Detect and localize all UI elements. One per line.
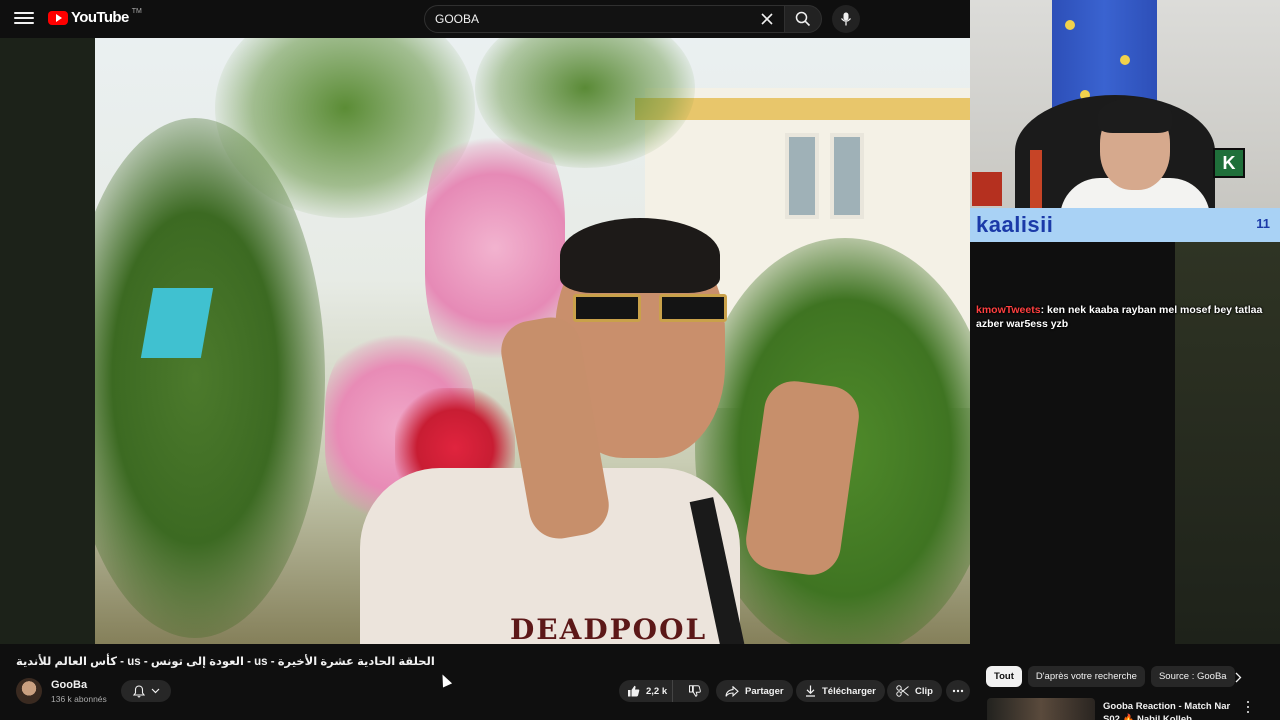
chip-all[interactable]: Tout [986,666,1022,687]
chevron-down-icon [151,688,159,694]
chat-message: kmowTweets: ken nek kaaba rayban mel mos… [976,303,1276,331]
channel-name[interactable]: GooBa [51,679,87,691]
teal-object [140,288,214,358]
voice-search-button[interactable] [832,5,860,33]
curtain-star [1065,20,1075,30]
thumbs-up-icon [628,685,640,697]
thumbs-down-icon [688,685,701,697]
clear-search-button[interactable] [754,6,780,32]
share-button[interactable]: Partager [716,680,793,702]
logo-trademark: TM [131,8,142,15]
recommendation-menu-button[interactable] [1242,700,1254,714]
sunglasses [573,294,753,322]
download-label: Télécharger [822,685,876,697]
bell-icon [132,684,145,697]
like-button[interactable]: 2,2 k [619,680,674,702]
dislike-button[interactable] [679,680,709,702]
building-window [830,133,864,219]
shirt-print: DEADPOOL [510,613,708,644]
curtain-star [1120,55,1130,65]
subscription-bell-button[interactable] [121,680,171,702]
chip-related-search[interactable]: D'après votre recherche [1027,666,1145,687]
more-actions-button[interactable] [946,680,970,702]
chat-highlight-user: kaalisii [976,212,1054,237]
video-frame: DEADPOOL [95,38,970,644]
video-player[interactable]: DEADPOOL [0,38,970,644]
close-icon [761,13,773,25]
chat-highlight-count: 11 [1256,216,1270,231]
recommendation-thumbnail[interactable] [987,698,1095,720]
more-horizontal-icon [952,689,964,693]
search-box[interactable]: GOOBA [424,5,785,33]
streamer-hair [1098,98,1172,133]
chips-next-button[interactable] [1230,669,1246,685]
like-count: 2,2 k [646,685,668,697]
k-logo-badge: K [1213,148,1245,178]
search-icon [795,11,811,27]
person-hair [560,218,720,293]
microphone-icon [840,12,852,26]
share-label: Partager [745,685,784,697]
chip-source-channel[interactable]: Source : GooBa [1150,666,1235,687]
chair-accent [1030,150,1042,208]
share-icon [725,685,739,697]
search-button[interactable] [784,5,822,33]
search-input[interactable]: GOOBA [435,12,754,26]
youtube-logo[interactable]: YouTube TM [48,8,142,26]
scissors-icon [896,685,909,697]
logo-text: YouTube [71,9,129,26]
subscriber-count: 136 k abonnés [51,694,107,704]
chat-highlight-banner: kaalisii 11 [970,208,1280,242]
channel-avatar[interactable] [16,678,42,704]
chevron-right-icon [1235,672,1241,682]
red-box [972,172,1002,206]
like-dislike-group: 2,2 k [619,680,709,702]
recommendation-title[interactable]: Gooba Reaction - Match Nar S02 🔥 Nabil K… [1103,700,1233,720]
youtube-logo-icon [48,10,68,25]
video-title: الحلقة الحادية عشرة الأخيرة - us - العود… [16,656,435,668]
filter-chips: Tout D'après votre recherche Source : Go… [986,666,1235,687]
clip-label: Clip [915,685,933,697]
chat-message-user: kmowTweets [976,304,1041,316]
download-button[interactable]: Télécharger [796,680,885,702]
building-window [785,133,819,219]
clip-button[interactable]: Clip [887,680,942,702]
download-icon [806,685,815,697]
streamer-webcam: K [970,0,1280,208]
menu-icon[interactable] [14,9,34,29]
